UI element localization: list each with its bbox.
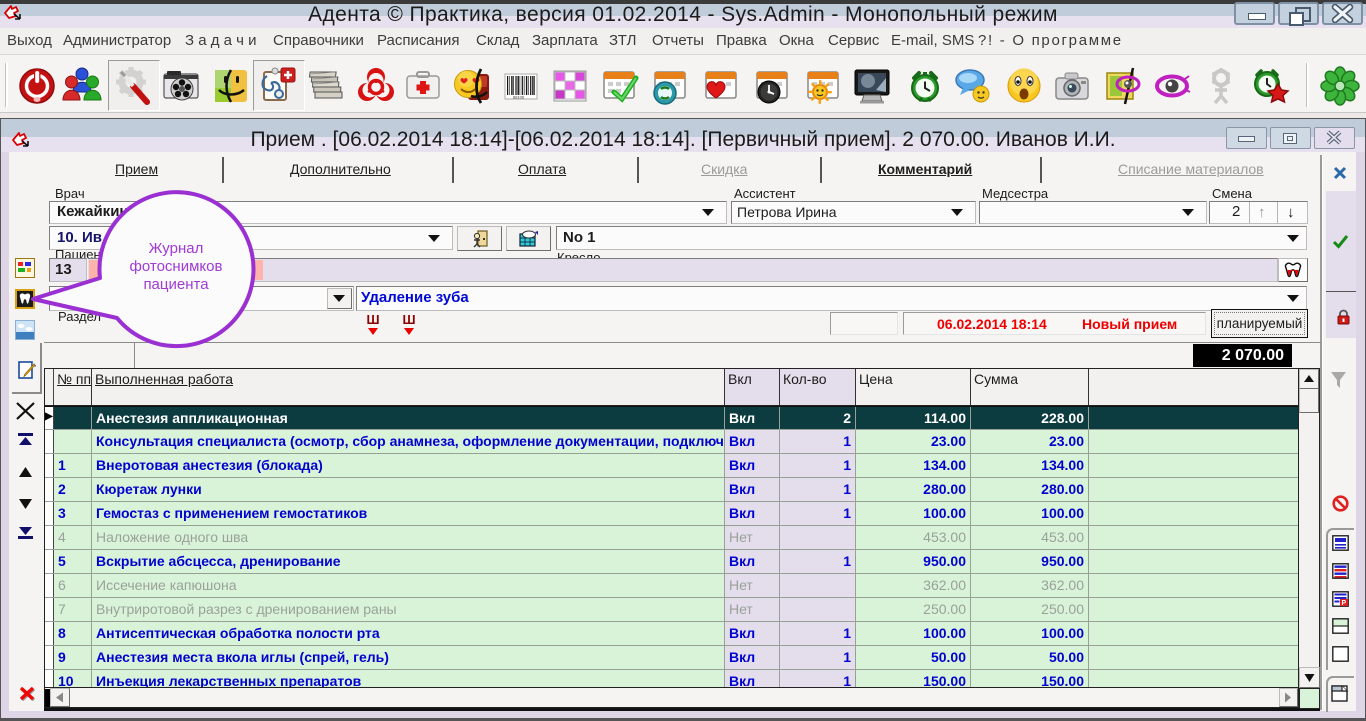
svg-text:88106: 88106	[513, 95, 525, 100]
svg-text:P: P	[1342, 600, 1347, 607]
